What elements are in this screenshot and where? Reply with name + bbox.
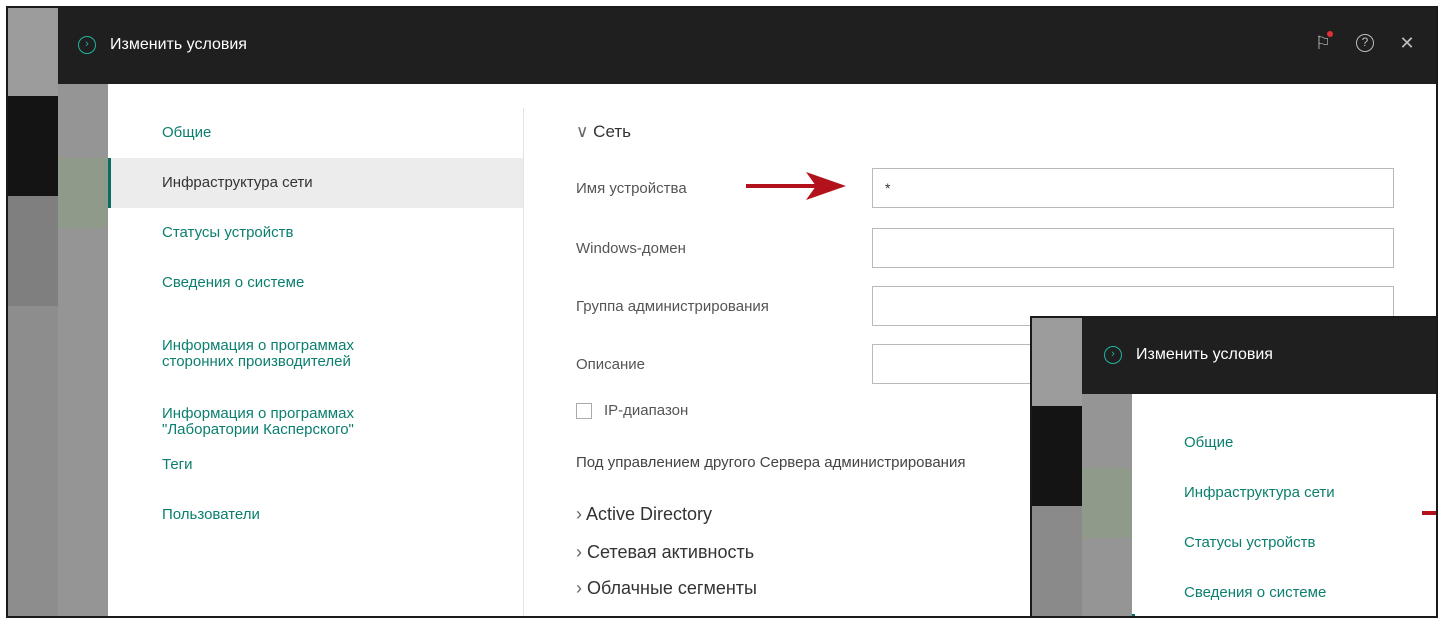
- device-name-label: Имя устройства: [576, 180, 687, 197]
- chevron-circle-icon[interactable]: ›: [1104, 346, 1122, 364]
- sidebar-item-label: Сведения о системе: [162, 274, 305, 291]
- inset-item-network-infrastructure[interactable]: Инфраструктура сети: [1132, 484, 1436, 501]
- sidebar-item-third-party-software[interactable]: Информация о программах сторонних произв…: [108, 322, 523, 370]
- section-title: Сеть: [593, 122, 631, 141]
- section-network-header[interactable]: ∨ Сеть: [576, 122, 631, 142]
- inset-background-strip: [1032, 318, 1082, 616]
- description-label: Описание: [576, 356, 646, 373]
- screenshot-frame: › › Изменить условия ⚐ ? ✕ Общие Инфраст…: [6, 6, 1438, 618]
- chevron-down-icon: ∨: [576, 122, 594, 141]
- device-name-input[interactable]: [872, 168, 1394, 208]
- sidebar-item-label: Информация о программах сторонних произв…: [162, 337, 354, 370]
- chevron-right-icon: ›: [576, 504, 587, 524]
- expander-label: Облачные сегменты: [587, 578, 757, 598]
- windows-domain-input[interactable]: [872, 228, 1394, 268]
- sidebar-item-label: Общие: [162, 124, 212, 141]
- ip-range-checkbox[interactable]: [576, 402, 592, 419]
- help-icon[interactable]: ?: [1356, 34, 1374, 52]
- chevron-circle-icon[interactable]: ›: [78, 36, 96, 54]
- inset-item-general[interactable]: Общие: [1132, 434, 1436, 451]
- ip-range-row: IP-диапазон: [576, 402, 688, 419]
- sidebar-item-users[interactable]: Пользователи: [108, 506, 523, 523]
- sidebar-item-network-infrastructure[interactable]: Инфраструктура сети: [108, 158, 523, 208]
- dialog-header: › Изменить условия ⚐ ? ✕: [58, 8, 1436, 84]
- sidebar-item-label: Теги: [162, 456, 193, 473]
- admin-group-label: Группа администрирования: [576, 298, 769, 315]
- expander-network-activity[interactable]: › Сетевая активность: [576, 542, 754, 563]
- background-strip-2: ›: [58, 8, 108, 616]
- expander-label: Active Directory: [586, 504, 713, 524]
- sidebar-item-general[interactable]: Общие: [108, 124, 523, 144]
- inset-active-indicator: [1132, 614, 1135, 616]
- sidebar-item-label: Статусы устройств: [162, 224, 294, 241]
- inset-item-system-info[interactable]: Сведения о системе: [1132, 584, 1436, 601]
- close-icon[interactable]: ✕: [1396, 32, 1418, 54]
- sidebar: Общие Инфраструктура сети Статусы устрой…: [108, 108, 524, 616]
- sidebar-item-device-statuses[interactable]: Статусы устройств: [108, 224, 523, 241]
- expander-active-directory[interactable]: › Active Directory: [576, 504, 712, 525]
- inset-screenshot: › › Изменить условия Общие Инфраструктур…: [1030, 316, 1436, 616]
- chevron-right-icon: ›: [576, 542, 587, 562]
- inset-header: › Изменить условия: [1082, 318, 1436, 394]
- ip-range-label: IP-диапазон: [604, 402, 689, 419]
- expander-cloud-segments[interactable]: › Облачные сегменты: [576, 578, 757, 599]
- sidebar-item-system-info[interactable]: Сведения о системе: [108, 274, 523, 291]
- inset-item-label: Сведения о системе: [1184, 584, 1327, 601]
- expander-label: Сетевая активность: [587, 542, 755, 562]
- inset-sidebar: Общие Инфраструктура сети Статусы устрой…: [1132, 394, 1436, 616]
- sidebar-item-tags[interactable]: Теги: [108, 456, 523, 473]
- inset-annotation-arrow: [1422, 511, 1436, 515]
- windows-domain-label: Windows-домен: [576, 240, 686, 257]
- inset-item-label: Общие: [1184, 434, 1234, 451]
- inset-title: Изменить условия: [1136, 346, 1273, 363]
- inset-item-label: Инфраструктура сети: [1184, 484, 1335, 501]
- annotation-arrow: [746, 172, 846, 200]
- chevron-right-icon: ›: [576, 578, 587, 598]
- inset-item-label: Статусы устройств: [1184, 534, 1316, 551]
- background-strip: [8, 8, 58, 616]
- managed-by-other-server-label: Под управлением другого Сервера админист…: [576, 454, 966, 471]
- sidebar-item-label: Пользователи: [162, 506, 260, 523]
- flag-icon[interactable]: ⚐: [1312, 31, 1334, 54]
- dialog-title: Изменить условия: [110, 36, 247, 53]
- sidebar-item-label: Информация о программах "Лаборатории Кас…: [162, 405, 354, 438]
- sidebar-item-label: Инфраструктура сети: [162, 174, 313, 191]
- sidebar-item-kaspersky-software[interactable]: Информация о программах "Лаборатории Кас…: [108, 390, 523, 438]
- inset-item-device-statuses[interactable]: Статусы устройств: [1132, 534, 1436, 551]
- notification-dot: [1327, 31, 1333, 37]
